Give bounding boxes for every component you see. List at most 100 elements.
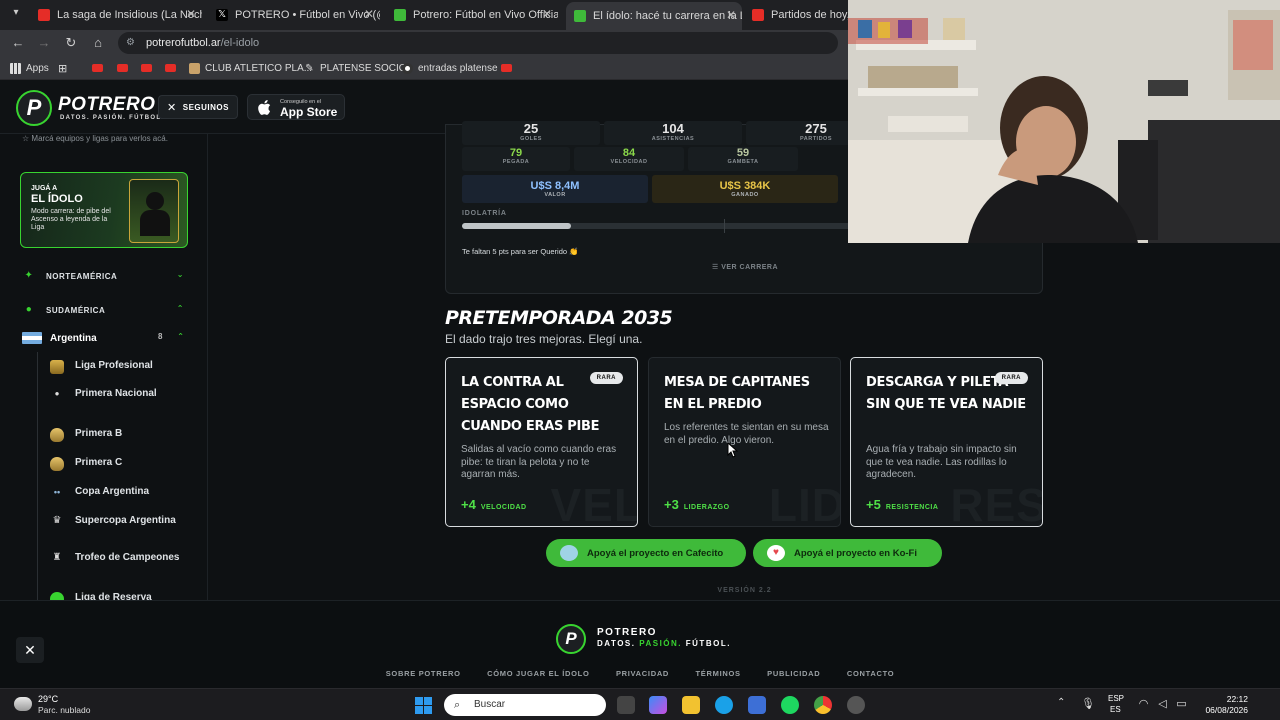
youtube-icon — [38, 9, 50, 21]
upgrade-option-card[interactable]: LID MESA DE CAPITANES EN EL PREDIO Los r… — [648, 357, 841, 527]
keyboard-layout[interactable]: ES — [1110, 705, 1121, 714]
country-argentina[interactable]: Argentina 8 ⌃ — [22, 330, 186, 346]
weather-temp[interactable]: 29°C — [38, 694, 58, 704]
footer-link[interactable]: CONTACTO — [847, 669, 894, 678]
x-social-button[interactable]: ✕ — [16, 637, 44, 663]
tab-title: El ídolo: hacé tu carrera en la L — [593, 10, 742, 22]
bookmark-club[interactable]: CLUB ATLETICO PLA... — [189, 61, 312, 75]
tree-divider — [37, 352, 38, 600]
kofi-button[interactable]: ♥ Apoyá el proyecto en Ko-Fi — [753, 539, 942, 567]
browser-tab[interactable]: 𝕏 POTRERO • Fútbol en Vivo (@p ✕ — [208, 4, 380, 26]
el-idolo-promo-banner[interactable]: JUGÁ A EL ÍDOLO Modo carrera: de pibe de… — [20, 172, 188, 248]
league-item[interactable]: Liga de Reserva — [50, 592, 180, 600]
league-item[interactable]: Primera C — [50, 457, 180, 471]
address-bar[interactable]: ⚙ potrerofutbol.ar/el-idolo — [118, 32, 838, 54]
league-crest-icon — [50, 592, 64, 600]
reload-icon[interactable]: ↻ — [63, 35, 79, 51]
league-item[interactable]: Primera B — [50, 428, 180, 442]
browser-tab-active[interactable]: El ídolo: hacé tu carrera en la L ✕ — [566, 2, 742, 30]
cafecito-button[interactable]: Apoyá el proyecto en Cafecito — [546, 539, 746, 567]
bookmark-youtube[interactable] — [92, 61, 108, 75]
league-item[interactable]: ♛ Supercopa Argentina — [50, 515, 180, 529]
browser-tab[interactable]: Potrero: Fútbol en Vivo Official ✕ — [386, 4, 558, 26]
club-crest-icon — [189, 62, 200, 74]
url-path: /el-idolo — [220, 37, 260, 49]
region-sudamerica[interactable]: ● SUDAMÉRICA ⌃ — [22, 302, 186, 318]
footer-logo-icon[interactable]: P — [556, 624, 586, 654]
bookmark-youtube[interactable] — [165, 61, 181, 75]
attribute-label: PEGADA — [502, 159, 530, 165]
windows-start-icon[interactable] — [415, 697, 432, 714]
language-indicator[interactable]: ESP — [1108, 694, 1124, 703]
app-icon[interactable] — [847, 696, 865, 714]
version-label: VERSIÓN 2.2 — [717, 587, 772, 594]
league-item[interactable]: ● Primera Nacional — [50, 388, 180, 402]
market-value: U$S 8,4M VALOR — [462, 175, 648, 203]
bookmark-apps[interactable]: Apps — [10, 61, 49, 75]
follow-button[interactable]: ✕ SEGUINOS — [158, 95, 238, 119]
forward-icon[interactable]: → — [36, 35, 52, 51]
footer-link[interactable]: PRIVACIDAD — [616, 669, 669, 678]
clock-time[interactable]: 22:12 — [1224, 694, 1248, 704]
view-career-link[interactable]: ☰ VER CARRERA — [446, 263, 1044, 271]
close-tab-icon[interactable]: ✕ — [726, 8, 736, 22]
cafecito-icon — [560, 545, 578, 561]
bookmark-youtube[interactable] — [117, 61, 133, 75]
footer-link[interactable]: PUBLICIDAD — [767, 669, 820, 678]
tab-title: Partidos de hoy, resu — [771, 9, 848, 21]
spotify-icon[interactable] — [781, 696, 799, 714]
potrero-logo-icon[interactable]: P — [16, 90, 52, 126]
rarity-badge: RARA — [589, 372, 623, 384]
market-value-label: VALOR — [544, 192, 566, 198]
microphone-icon[interactable]: 🎙 — [1081, 698, 1095, 711]
back-icon[interactable]: ← — [10, 35, 26, 51]
league-item[interactable]: ♜ Trofeo de Campeones — [50, 552, 180, 566]
upgrade-option-card[interactable]: RES DESCARGA Y PILETA SIN QUE TE VEA NAD… — [850, 357, 1043, 527]
footer-link[interactable]: CÓMO JUGAR EL ÍDOLO — [487, 669, 589, 678]
footer-link[interactable]: SOBRE POTRERO — [386, 669, 461, 678]
chrome-icon[interactable] — [814, 696, 832, 714]
task-view-icon[interactable] — [617, 696, 635, 714]
bookmark-youtube[interactable] — [141, 61, 157, 75]
browser-tab[interactable]: Partidos de hoy, resu — [744, 4, 848, 26]
stat-value: 104 — [662, 121, 684, 136]
bookmark-grid[interactable]: ⊞ — [58, 61, 67, 75]
idolatry-label: IDOLATRÍA — [462, 210, 507, 217]
upgrade-option-card[interactable]: VEL LA CONTRA AL ESPACIO COMO CUANDO ERA… — [445, 357, 638, 527]
weather-desc[interactable]: Parc. nublado — [38, 705, 90, 715]
bookmark-socio[interactable]: ✎ PLATENSE SOCIO — [304, 61, 407, 75]
clock-date[interactable]: 06/08/2026 — [1200, 705, 1248, 715]
browser-tab[interactable]: La saga de Insidious (La Noche ✕ — [30, 4, 202, 26]
file-explorer-icon[interactable] — [682, 696, 700, 714]
bookmark-label: PLATENSE SOCIO — [320, 62, 407, 74]
bookmark-youtube[interactable] — [501, 61, 517, 75]
kofi-label: Apoyá el proyecto en Ko-Fi — [794, 547, 917, 559]
youtube-icon — [501, 64, 512, 72]
taskbar-search[interactable]: ⌕ Buscar — [444, 694, 606, 716]
volume-icon[interactable]: ◁ — [1156, 698, 1169, 711]
region-norteamerica[interactable]: ✦ NORTEAMÉRICA ⌄ — [22, 268, 186, 284]
bookmark-entradas[interactable]: entradas platense — [402, 61, 498, 75]
home-icon[interactable]: ⌂ — [90, 35, 106, 51]
league-label: Liga Profesional — [75, 360, 153, 371]
tab-search-icon[interactable]: ▾ — [8, 7, 24, 23]
store-icon[interactable] — [748, 696, 766, 714]
app-store-button[interactable]: Conseguilo en el App Store — [247, 94, 345, 120]
edge-icon[interactable] — [715, 696, 733, 714]
league-item[interactable]: •• Copa Argentina — [50, 486, 180, 500]
close-tab-icon[interactable]: ✕ — [364, 7, 374, 21]
tab-title: Potrero: Fútbol en Vivo Official — [413, 9, 558, 21]
cloud-icon[interactable] — [14, 697, 32, 711]
battery-icon[interactable]: ▭ — [1175, 698, 1188, 711]
region-label: NORTEAMÉRICA — [46, 271, 118, 281]
copilot-icon[interactable] — [649, 696, 667, 714]
chevron-up-icon[interactable]: ⌃ — [1057, 697, 1065, 708]
close-tab-icon[interactable]: ✕ — [542, 7, 552, 21]
attribute-gambeta: 59 GAMBETA — [688, 147, 798, 171]
close-tab-icon[interactable]: ✕ — [186, 7, 196, 21]
footer-link[interactable]: TÉRMINOS — [696, 669, 741, 678]
logo-name[interactable]: POTRERO — [58, 94, 155, 116]
wifi-icon[interactable]: ◠ — [1137, 698, 1150, 711]
league-item[interactable]: Liga Profesional — [50, 360, 180, 374]
site-info-icon[interactable]: ⚙ — [126, 37, 138, 49]
